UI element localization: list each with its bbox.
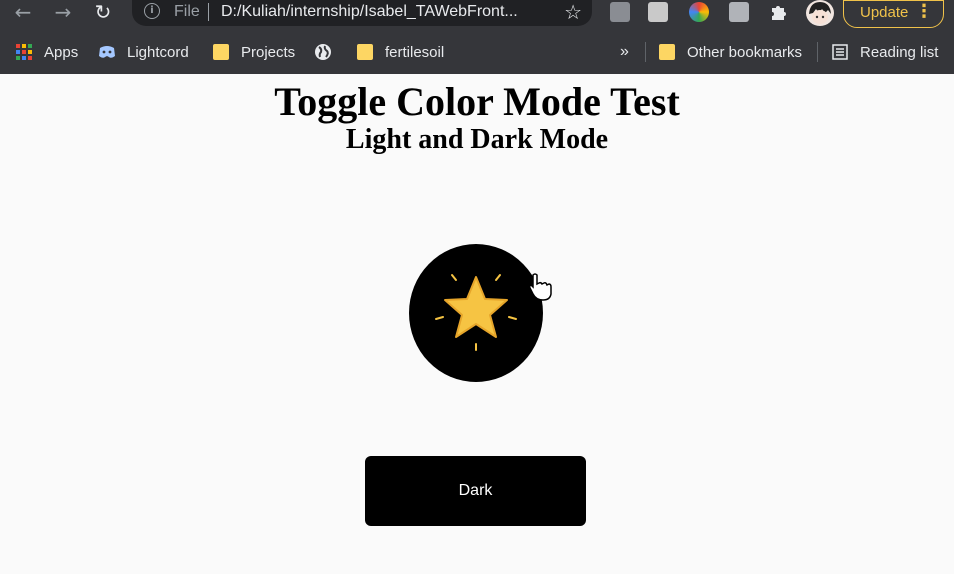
reload-icon[interactable]: ↻ — [88, 0, 118, 24]
address-bar[interactable]: i File D:/Kuliah/internship/Isabel_TAWeb… — [132, 0, 592, 26]
globe-icon — [315, 44, 331, 60]
pdf-extension-icon[interactable] — [648, 2, 668, 22]
site-info-icon[interactable]: i — [144, 3, 160, 19]
bookmark-fertilesoil[interactable]: fertilesoil — [357, 38, 444, 66]
folder-icon — [659, 44, 675, 60]
page-content: Toggle Color Mode Test Light and Dark Mo… — [0, 74, 954, 574]
dark-mode-button[interactable]: Dark — [365, 456, 586, 526]
extension-icon-1[interactable] — [610, 2, 630, 22]
bookmark-apps-label: Apps — [44, 43, 79, 61]
bookmark-apps[interactable]: Apps — [16, 38, 78, 66]
color-extension-icon[interactable] — [689, 2, 709, 22]
reading-list-button[interactable]: Reading list — [832, 38, 938, 66]
bookmark-projects[interactable]: Projects — [213, 38, 295, 66]
bookmark-projects-label: Projects — [241, 43, 296, 61]
bookmark-other-label: Other bookmarks — [687, 43, 803, 61]
bookmarks-divider — [645, 42, 646, 62]
menu-dots-icon: ⋮ — [915, 1, 933, 22]
url-divider — [208, 3, 209, 21]
forward-icon[interactable]: → — [48, 0, 78, 24]
update-button[interactable]: Update ⋮ — [843, 0, 944, 28]
apps-grid-icon — [16, 44, 32, 60]
bookmark-fertilesoil-label: fertilesoil — [385, 43, 445, 61]
discord-icon — [99, 46, 115, 58]
folder-icon — [213, 44, 229, 60]
overflow-chevron-icon: » — [620, 43, 629, 60]
update-label: Update — [860, 4, 909, 21]
page-subtitle: Light and Dark Mode — [345, 124, 609, 155]
extension-icon-4[interactable] — [729, 2, 749, 22]
mode-toggle-icon-button[interactable] — [409, 244, 543, 382]
bookmark-lightcord-label: Lightcord — [127, 43, 189, 61]
reading-list-label: Reading list — [860, 43, 939, 61]
bookmark-globe[interactable] — [314, 38, 332, 66]
url-scheme: File — [174, 3, 200, 20]
reading-list-icon — [832, 44, 848, 60]
bookmarks-bar: Apps Lightcord Projects fertilesoil » Ot… — [0, 38, 954, 74]
browser-toolbar: ← → ↻ i File D:/Kuliah/internship/Isabel… — [0, 0, 954, 38]
bookmarks-overflow-button[interactable]: » — [620, 38, 629, 66]
page-title: Toggle Color Mode Test — [274, 79, 680, 124]
extensions-puzzle-icon[interactable] — [769, 2, 789, 22]
bookmark-other[interactable]: Other bookmarks — [659, 38, 802, 66]
bookmarks-divider — [817, 42, 818, 62]
folder-icon — [357, 44, 373, 60]
hand-cursor-icon — [528, 273, 552, 301]
star-icon — [435, 274, 517, 351]
bookmark-lightcord[interactable]: Lightcord — [98, 38, 189, 66]
profile-avatar[interactable] — [806, 0, 834, 26]
bookmark-star-icon[interactable]: ☆ — [564, 0, 582, 24]
url-text[interactable]: D:/Kuliah/internship/Isabel_TAWebFront..… — [221, 3, 518, 21]
back-icon[interactable]: ← — [8, 0, 38, 24]
